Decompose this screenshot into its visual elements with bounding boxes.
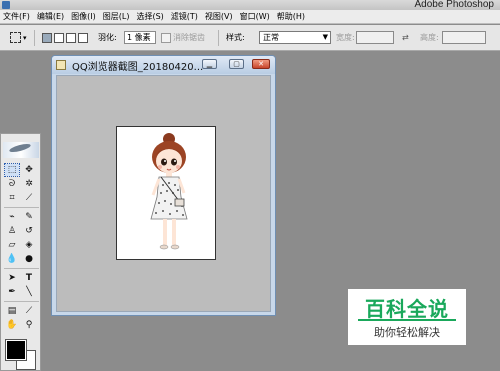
line-tool-icon[interactable]: ╲	[22, 286, 36, 298]
document-image	[116, 126, 216, 260]
menu-filter[interactable]: 滤镜(T)	[171, 11, 198, 22]
maximize-button[interactable]: ▢	[229, 59, 244, 69]
swap-icon[interactable]: ⇄	[402, 33, 409, 42]
watermark-title: 百科全说	[365, 297, 449, 321]
document-title: QQ浏览器截图_20180420...	[72, 62, 204, 73]
menu-window[interactable]: 窗口(W)	[240, 11, 270, 22]
separator	[4, 301, 39, 302]
feather-input[interactable]: 1 像素	[124, 31, 156, 44]
foreground-color-swatch[interactable]	[5, 339, 27, 361]
canvas-area[interactable]	[56, 75, 271, 312]
healing-brush-tool-icon[interactable]: ⌁	[5, 211, 19, 223]
subtract-selection-icon[interactable]	[66, 32, 76, 43]
menu-edit[interactable]: 编辑(E)	[37, 11, 64, 22]
separator	[218, 29, 219, 46]
photoshop-logo-icon	[2, 1, 10, 9]
document-icon	[56, 60, 66, 70]
blur-tool-icon[interactable]: 💧	[5, 253, 19, 265]
add-selection-icon[interactable]	[54, 32, 64, 43]
rect-marquee-icon	[10, 32, 21, 43]
rect-marquee-tool-icon[interactable]: ⬚	[4, 163, 20, 177]
type-tool-icon[interactable]: T	[22, 272, 36, 284]
height-input[interactable]	[442, 31, 486, 44]
watermark-divider	[358, 319, 456, 321]
height-label: 高度:	[420, 33, 439, 42]
selection-mode-group	[42, 30, 90, 45]
menu-help[interactable]: 帮助(H)	[277, 11, 305, 22]
chevron-down-icon: ▾	[23, 33, 27, 42]
menu-bar: 文件(F) 编辑(E) 图像(I) 图层(L) 选择(S) 滤镜(T) 视图(V…	[0, 10, 500, 24]
width-input[interactable]	[356, 31, 394, 44]
style-dropdown[interactable]: 正常 ▼	[259, 31, 331, 44]
feather-label: 羽化:	[98, 33, 117, 42]
crop-tool-icon[interactable]: ⌗	[5, 192, 19, 204]
pen-tool-icon[interactable]: ✒	[5, 286, 19, 298]
document-window: QQ浏览器截图_20180420... ▁ ▢ ✕	[51, 55, 276, 316]
width-label: 宽度:	[336, 33, 355, 42]
menu-file[interactable]: 文件(F)	[3, 11, 30, 22]
intersect-selection-icon[interactable]	[78, 32, 88, 43]
notes-tool-icon[interactable]: ▤	[5, 305, 19, 317]
tool-preset-picker[interactable]: ▾	[10, 30, 27, 45]
antialias-checkbox[interactable]	[161, 32, 171, 43]
eraser-tool-icon[interactable]: ▱	[5, 239, 19, 251]
history-brush-tool-icon[interactable]: ↺	[22, 225, 36, 237]
menu-view[interactable]: 视图(V)	[205, 11, 233, 22]
clone-stamp-tool-icon[interactable]: ♙	[5, 225, 19, 237]
dodge-tool-icon[interactable]: ●	[22, 253, 36, 265]
minimize-button[interactable]: ▁	[202, 59, 217, 69]
app-titlebar: Adobe Photoshop	[0, 0, 500, 10]
zoom-tool-icon[interactable]: ⚲	[22, 319, 36, 331]
brush-tool-icon[interactable]: ✎	[22, 211, 36, 223]
close-button[interactable]: ✕	[252, 59, 270, 69]
lasso-tool-icon[interactable]: ᘐ	[5, 178, 19, 190]
style-label: 样式:	[226, 33, 245, 42]
antialias-label: 消除锯齿	[173, 33, 205, 42]
menu-select[interactable]: 选择(S)	[136, 11, 163, 22]
style-value: 正常	[263, 33, 279, 42]
chevron-down-icon: ▼	[322, 33, 328, 41]
magic-wand-tool-icon[interactable]: ✲	[22, 178, 36, 190]
watermark-subtitle: 助你轻松解决	[374, 326, 440, 339]
app-title: Adobe Photoshop	[414, 0, 494, 10]
separator	[34, 29, 35, 46]
watermark: 百科全说 助你轻松解决	[348, 289, 466, 345]
hand-tool-icon[interactable]: ✋	[5, 319, 19, 331]
paint-bucket-tool-icon[interactable]: ◈	[22, 239, 36, 251]
eyedropper-tool-icon[interactable]: ⟋	[22, 305, 36, 317]
separator	[4, 207, 39, 208]
slice-tool-icon[interactable]: ⟋	[22, 192, 36, 204]
document-titlebar[interactable]: QQ浏览器截图_20180420... ▁ ▢ ✕	[52, 56, 275, 74]
path-selection-tool-icon[interactable]: ➤	[5, 272, 19, 284]
options-bar: ▾ 羽化: 1 像素 消除锯齿 样式: 正常 ▼ 宽度: ⇄ 高度:	[0, 25, 500, 51]
toolbox: ⬚ ✥ ᘐ ✲ ⌗ ⟋ ⌁ ✎ ♙ ↺ ▱ ◈ 💧 ● ➤ T ✒ ╲ ▤ ⟋ …	[0, 133, 41, 371]
menu-image[interactable]: 图像(I)	[71, 11, 96, 22]
new-selection-icon[interactable]	[42, 32, 52, 43]
move-tool-icon[interactable]: ✥	[22, 164, 36, 176]
separator	[4, 268, 39, 269]
menu-layer[interactable]: 图层(L)	[103, 11, 130, 22]
girl-illustration-icon	[150, 133, 188, 250]
